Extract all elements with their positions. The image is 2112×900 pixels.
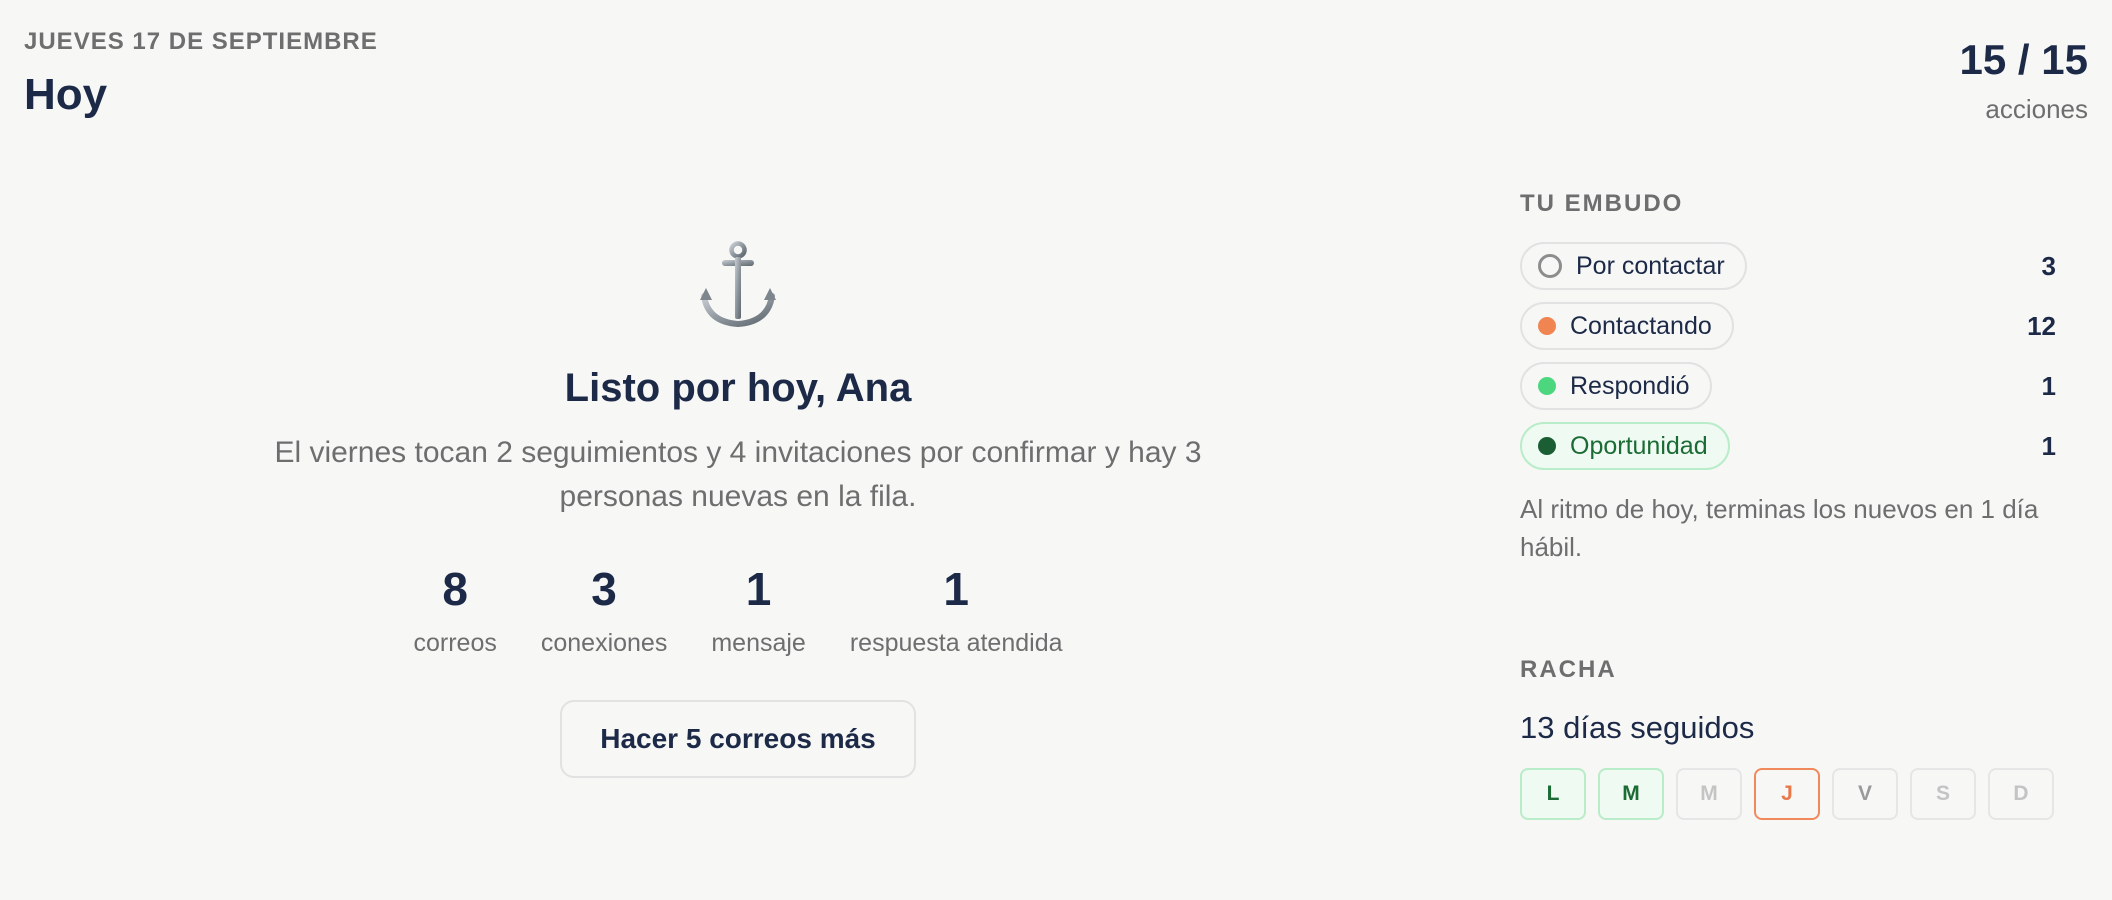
pace-text: Al ritmo de hoy, terminas los nuevos en … — [1520, 494, 2039, 562]
day-monday: L — [1520, 768, 1586, 820]
stat-value: 1 — [943, 563, 969, 615]
day-wednesday: M — [1676, 768, 1742, 820]
done-title: Listo por hoy, Ana — [564, 366, 912, 410]
date-label: JUEVES 17 DE SEPTIEMBRE — [24, 28, 378, 55]
funnel-count: 1 — [2041, 430, 2056, 461]
more-emails-button[interactable]: Hacer 5 correos más — [560, 700, 916, 778]
funnel-row-opportunity[interactable]: Oportunidad 1 — [1520, 422, 2056, 470]
streak-text: 13 días seguidos — [1520, 710, 1755, 745]
anchor-icon — [700, 241, 776, 328]
day-tuesday: M — [1598, 768, 1664, 820]
funnel-item-label: Por contactar — [1576, 251, 1725, 280]
funnel-row-contacting[interactable]: Contactando 12 — [1520, 302, 2056, 350]
funnel-count: 12 — [2027, 310, 2056, 341]
stats-row: 8 correos 3 conexiones 1 mensaje 1 respu… — [413, 563, 1062, 658]
dot-icon — [1538, 437, 1556, 455]
funnel-count: 3 — [2041, 250, 2056, 281]
funnel-pill[interactable]: Contactando — [1520, 302, 1734, 350]
funnel-item-label: Oportunidad — [1570, 431, 1708, 460]
funnel-row-replied[interactable]: Respondió 1 — [1520, 362, 2056, 410]
today-page: JUEVES 17 DE SEPTIEMBRE Hoy 15 / 15 acci… — [0, 0, 2112, 900]
funnel-pill[interactable]: Por contactar — [1520, 242, 1747, 290]
funnel-pill[interactable]: Respondió — [1520, 362, 1712, 410]
dot-icon — [1538, 317, 1556, 335]
stat-value: 3 — [591, 563, 617, 615]
funnel-list: Por contactar 3 Contactando 12 Respondió… — [1520, 242, 2056, 482]
stat-messages: 1 mensaje — [711, 563, 806, 658]
stat-label: correos — [413, 629, 497, 657]
funnel-pill[interactable]: Oportunidad — [1520, 422, 1730, 470]
stat-connections: 3 conexiones — [541, 563, 667, 658]
stat-value: 8 — [442, 563, 468, 615]
stat-label: mensaje — [711, 629, 806, 657]
done-panel: Listo por hoy, Ana El viernes tocan 2 se… — [0, 240, 1476, 778]
done-summary: El viernes tocan 2 seguimientos y 4 invi… — [274, 436, 1202, 513]
stat-label: respuesta atendida — [849, 629, 1063, 657]
streak-days: L M M J V S D — [1520, 768, 2054, 820]
day-sunday: D — [1988, 768, 2054, 820]
stat-replies: 1 respuesta atendida — [850, 563, 1063, 658]
day-friday: V — [1832, 768, 1898, 820]
funnel-label: TU EMBUDO — [1520, 190, 1684, 217]
funnel-count: 1 — [2041, 370, 2056, 401]
day-thursday: J — [1754, 768, 1820, 820]
funnel-row-to-contact[interactable]: Por contactar 3 — [1520, 242, 2056, 290]
funnel-item-label: Contactando — [1570, 311, 1712, 340]
stat-label: conexiones — [540, 629, 668, 657]
ring-icon — [1538, 254, 1562, 278]
streak-label: RACHA — [1520, 656, 1617, 683]
stat-value: 1 — [745, 563, 772, 615]
actions-label: acciones — [1985, 94, 2088, 124]
dot-icon — [1538, 377, 1556, 395]
funnel-item-label: Respondió — [1570, 371, 1690, 400]
stat-emails: 8 correos — [413, 563, 496, 658]
day-saturday: S — [1910, 768, 1976, 820]
page-title: Hoy — [24, 70, 108, 119]
actions-count: 15 / 15 — [1959, 36, 2088, 83]
